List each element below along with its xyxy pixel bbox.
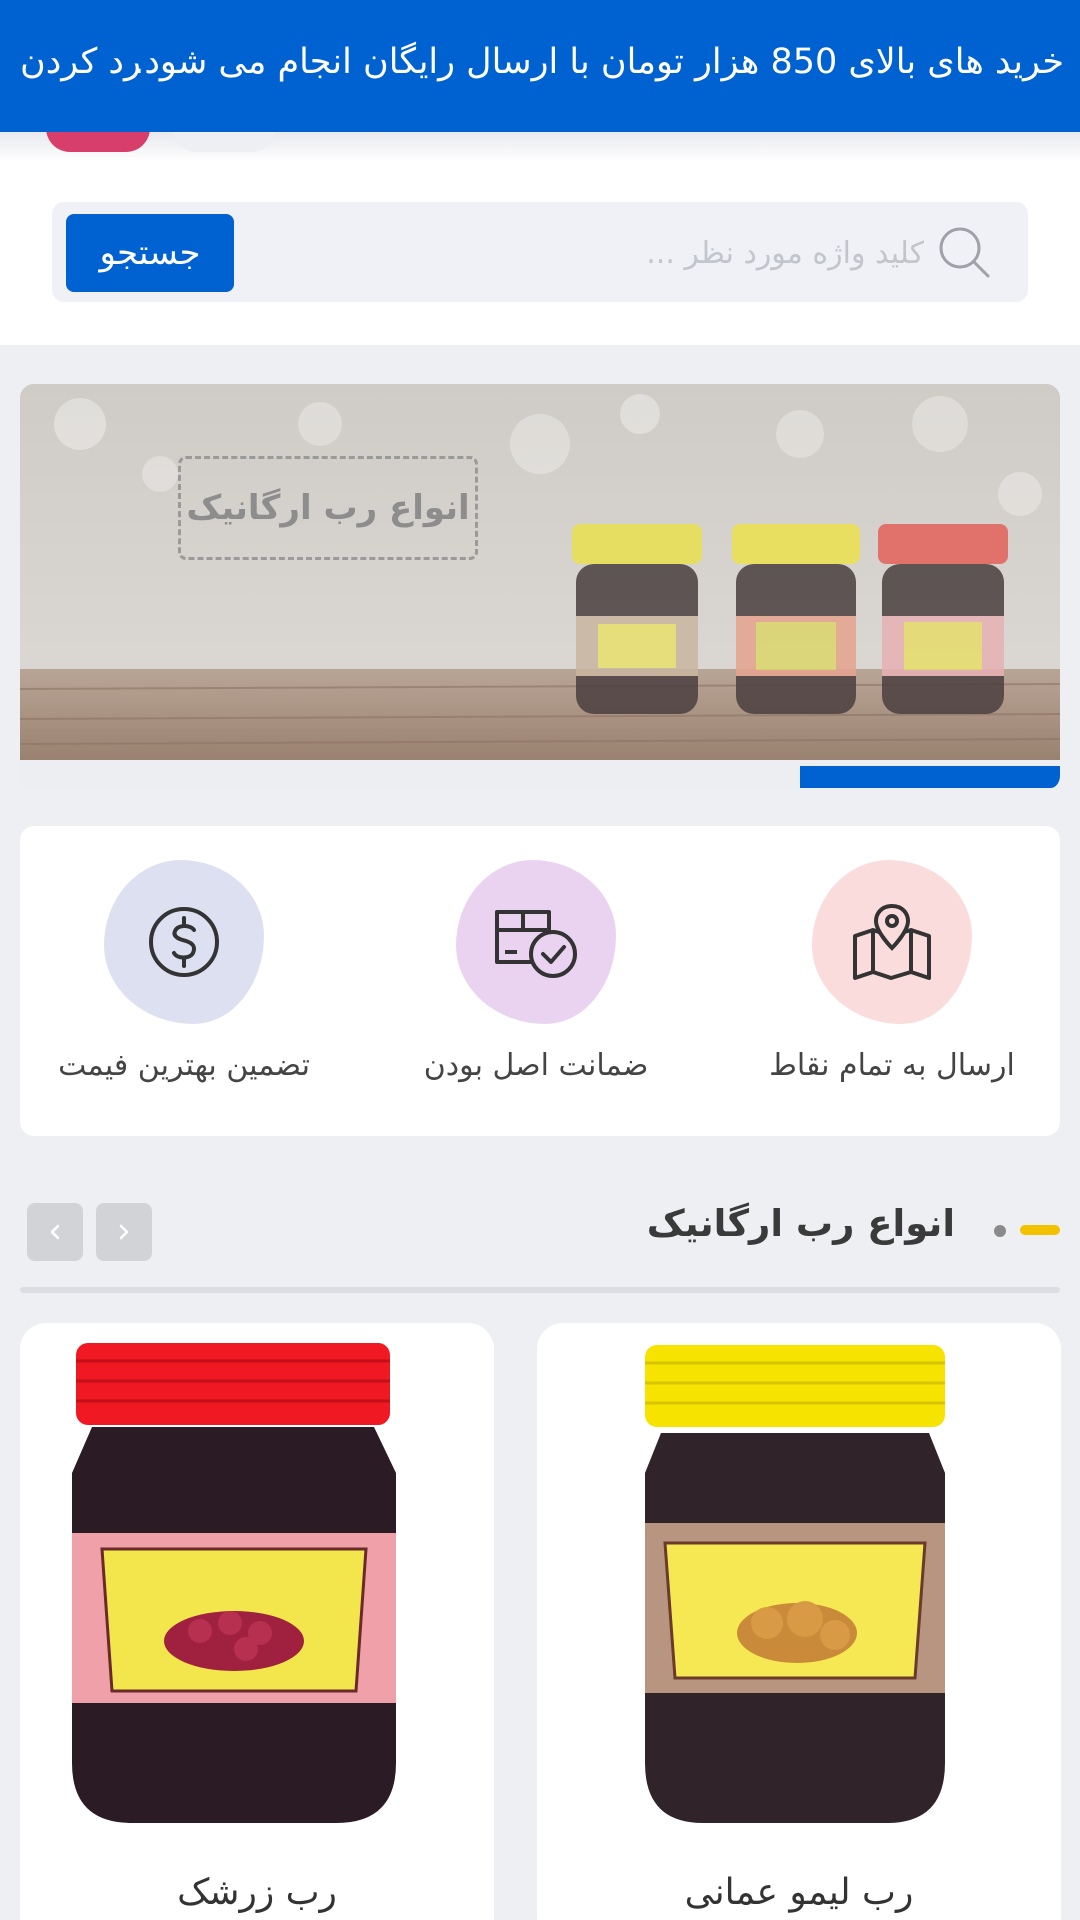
section-divider	[20, 1287, 1060, 1293]
feature-shipping-label: ارسال به تمام نقاط	[769, 1048, 1015, 1083]
search-bar: جستجو	[52, 202, 1028, 302]
dollar-icon	[149, 907, 219, 977]
carousel-prev-button[interactable]	[27, 1203, 83, 1261]
product-name: رب لیمو عمانی	[684, 1872, 914, 1913]
product-name: رب زرشک	[177, 1872, 337, 1913]
search-icon	[939, 227, 990, 278]
search-button[interactable]: جستجو	[66, 214, 234, 292]
notice-bar: خرید های بالای 850 هزار تومان با ارسال ر…	[0, 0, 1080, 132]
box-check-icon	[495, 910, 577, 978]
chevron-left-icon	[50, 1224, 60, 1240]
product-image	[72, 1343, 396, 1823]
map-pin-icon	[853, 903, 931, 980]
banner-image	[20, 384, 1060, 760]
section-accent-bar	[1020, 1225, 1060, 1235]
features-panel: ارسال به تمام نقاط ضمانت اصل بودن تضمین	[20, 826, 1060, 1136]
feature-shipping: ارسال به تمام نقاط	[728, 826, 1028, 1136]
banner-title: انواع رب ارگانیک	[178, 456, 478, 560]
header-shadow	[0, 132, 1080, 162]
chevron-right-icon	[119, 1224, 129, 1240]
feature-best-price-badge	[104, 860, 264, 1024]
section-accent-dot	[994, 1225, 1006, 1237]
feature-best-price-label: تضمین بهترین فیمت	[58, 1048, 310, 1083]
feature-shipping-badge	[812, 860, 972, 1024]
feature-best-price: تضمین بهترین فیمت	[20, 826, 320, 1136]
search-input[interactable]	[324, 226, 924, 280]
notice-dismiss-button[interactable]: رد کردن	[20, 42, 141, 82]
feature-authenticity-label: ضمانت اصل بودن	[423, 1048, 649, 1083]
section-title: انواع رب ارگانیک	[646, 1202, 955, 1245]
banner-progress-bar	[800, 766, 1060, 788]
promo-banner[interactable]: انواع رب ارگانیک	[20, 384, 1060, 790]
product-image	[645, 1345, 945, 1823]
feature-authenticity-badge	[456, 860, 616, 1024]
product-card[interactable]: رب زرشک	[20, 1323, 494, 1920]
product-card[interactable]: رب لیمو عمانی	[537, 1323, 1061, 1920]
carousel-next-button[interactable]	[96, 1203, 152, 1261]
notice-text: خرید های بالای 850 هزار تومان با ارسال ر…	[133, 42, 1064, 82]
feature-authenticity: ضمانت اصل بودن	[372, 826, 672, 1136]
